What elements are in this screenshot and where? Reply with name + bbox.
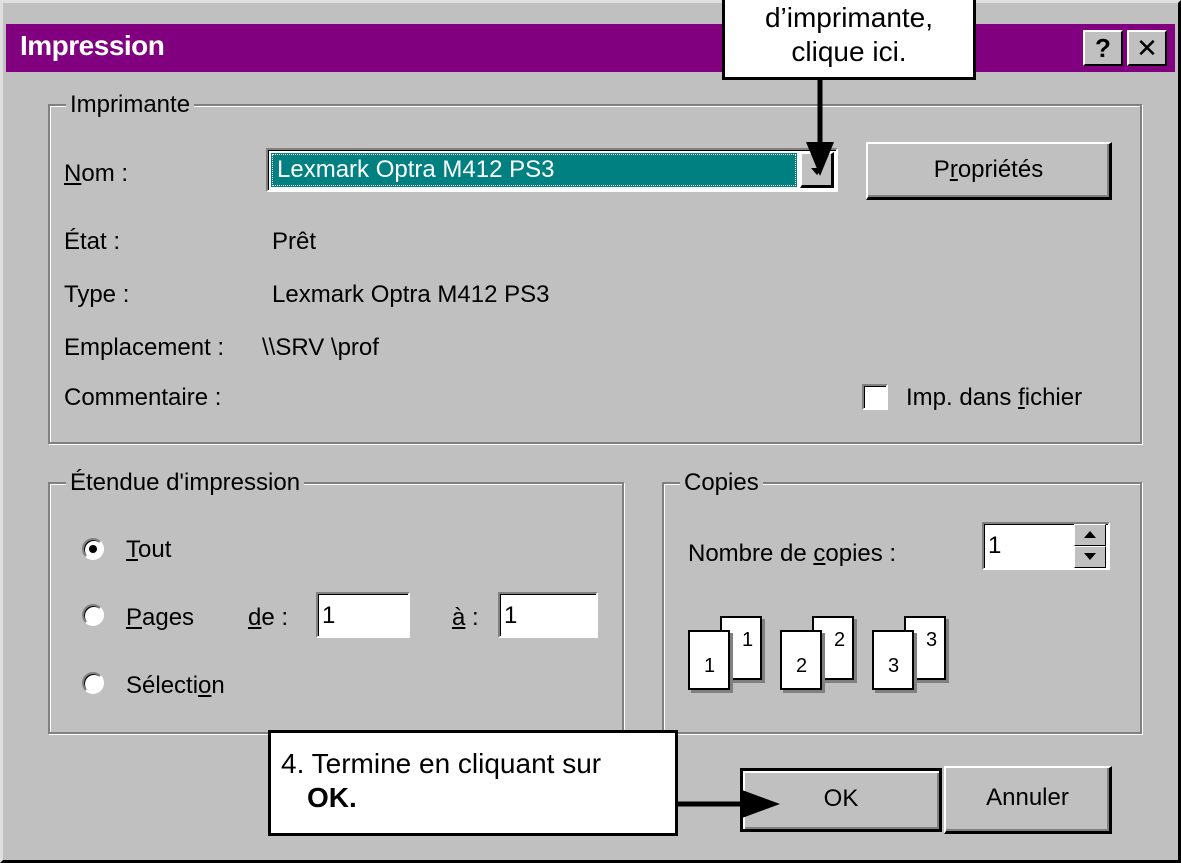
type-label: Type : [64, 281, 130, 308]
ok-button-label: OK [823, 785, 859, 812]
status-label: État : [64, 228, 121, 255]
radio-all-label: Tout [126, 536, 172, 563]
to-page-input[interactable]: 1 [498, 592, 598, 638]
print-to-file-label: Imp. dans fichier [906, 384, 1083, 411]
spin-down-icon [1084, 553, 1096, 560]
collate-preview: 1 1 2 2 3 3 [686, 608, 976, 694]
printer-name-label: Nom : [64, 160, 129, 187]
from-label: de : [248, 604, 289, 631]
type-value: Lexmark Optra M412 PS3 [272, 281, 550, 308]
help-icon: ? [1095, 33, 1111, 63]
title-bar: Impression ? ✕ [6, 24, 1175, 72]
radio-selection[interactable] [82, 672, 104, 694]
callout-ok-line1: 4. Termine en cliquant sur [281, 748, 602, 779]
help-button[interactable]: ? [1083, 30, 1123, 66]
location-label: Emplacement : [64, 334, 225, 361]
to-page-value: 1 [504, 602, 518, 629]
comment-label: Commentaire : [64, 384, 222, 411]
callout-dropdown-line2: clique ici. [791, 36, 907, 67]
collate-icon: 2 2 [778, 608, 858, 694]
from-page-value: 1 [322, 602, 336, 629]
callout-dropdown-line1: d’imprimante, [764, 2, 934, 33]
radio-pages[interactable] [82, 604, 104, 626]
close-button[interactable]: ✕ [1127, 30, 1167, 66]
location-value: \\SRV \prof [262, 334, 379, 361]
radio-all-dot [89, 545, 97, 553]
printer-name-selection: Lexmark Optra M412 PS3 [271, 153, 797, 187]
collate-icon: 3 3 [870, 608, 950, 694]
properties-button[interactable]: Propriétés [866, 142, 1112, 200]
to-label: à : [452, 604, 479, 631]
arrow-right-icon [676, 790, 780, 818]
callout-dropdown-hint: d’imprimante, clique ici. [722, 0, 976, 80]
from-page-input[interactable]: 1 [316, 592, 410, 638]
callout-ok-line2: OK. [307, 782, 357, 813]
radio-all[interactable] [82, 538, 104, 560]
printer-group-legend: Imprimante [66, 91, 195, 119]
spin-up-icon [1084, 531, 1096, 538]
print-to-file-checkbox[interactable] [862, 384, 888, 410]
callout-ok-hint: 4. Termine en cliquant sur OK. [268, 730, 678, 836]
close-icon: ✕ [1136, 33, 1158, 63]
copies-count-label: Nombre de copies : [688, 540, 897, 567]
copies-count-value: 1 [988, 532, 1002, 559]
printer-name-value: Lexmark Optra M412 PS3 [277, 156, 555, 183]
copies-count-spinner[interactable]: 1 [982, 522, 1110, 570]
printer-name-combobox[interactable]: Lexmark Optra M412 PS3 [266, 148, 838, 192]
status-value: Prêt [272, 228, 317, 255]
copies-legend: Copies [680, 469, 763, 497]
cancel-button[interactable]: Annuler [944, 766, 1112, 834]
window-title: Impression [20, 30, 165, 61]
spinner-down-button[interactable] [1074, 546, 1106, 568]
radio-selection-label: Sélection [126, 672, 225, 699]
cancel-button-label: Annuler [986, 784, 1069, 811]
spinner-up-button[interactable] [1074, 524, 1106, 546]
collate-icon: 1 1 [686, 608, 766, 694]
print-range-legend: Étendue d'impression [66, 469, 305, 497]
radio-pages-label: Pages [126, 604, 195, 631]
arrow-down-icon [806, 80, 834, 176]
